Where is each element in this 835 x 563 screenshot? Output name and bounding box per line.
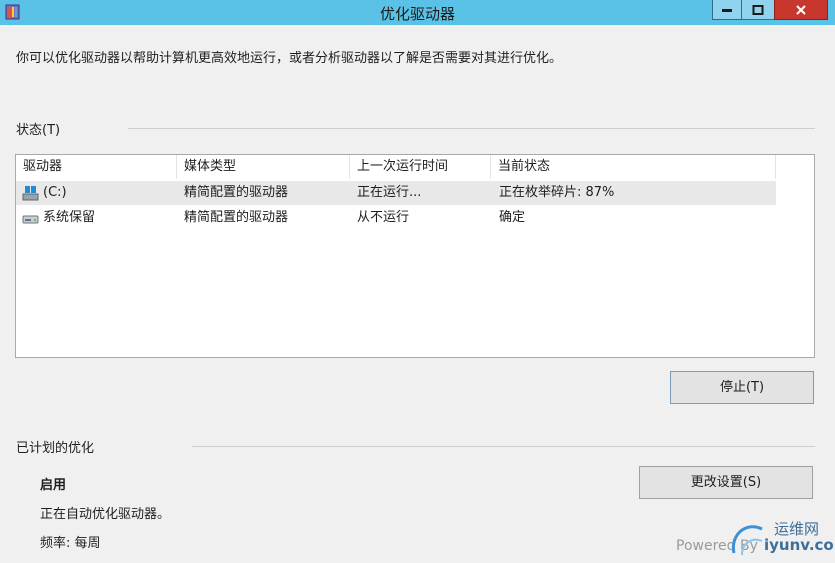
status-divider bbox=[128, 128, 815, 129]
column-header-last-run[interactable]: 上一次运行时间 bbox=[350, 155, 491, 179]
watermark-site-en: iyunv.com bbox=[764, 536, 835, 554]
description-text: 你可以优化驱动器以帮助计算机更高效地运行，或者分析驱动器以了解是否需要对其进行优… bbox=[16, 51, 563, 66]
drive-name: (C:) bbox=[43, 185, 67, 200]
windows-drive-icon bbox=[22, 186, 39, 201]
maximize-button[interactable] bbox=[741, 0, 775, 20]
drive-name: 系统保留 bbox=[43, 210, 96, 225]
media-type: 精简配置的驱动器 bbox=[184, 185, 289, 200]
schedule-state: 启用 bbox=[40, 478, 67, 493]
minimize-button[interactable] bbox=[712, 0, 742, 20]
column-header-current-status[interactable]: 当前状态 bbox=[491, 155, 776, 179]
close-button[interactable] bbox=[774, 0, 828, 20]
last-run: 正在运行... bbox=[357, 185, 422, 200]
schedule-frequency: 频率: 每周 bbox=[40, 536, 101, 551]
hard-drive-icon bbox=[22, 215, 39, 224]
drive-list[interactable]: 驱动器 媒体类型 上一次运行时间 当前状态 (C:) 精简配置的驱动器 正在运行… bbox=[15, 154, 815, 358]
drive-row-system-reserved[interactable]: 系统保留 精简配置的驱动器 从不运行 确定 bbox=[16, 206, 776, 230]
column-header-media-type[interactable]: 媒体类型 bbox=[177, 155, 350, 179]
drive-list-header: 驱动器 媒体类型 上一次运行时间 当前状态 bbox=[16, 155, 776, 179]
close-icon bbox=[796, 4, 806, 15]
schedule-state-detail: 正在自动优化驱动器。 bbox=[40, 507, 171, 522]
status-section-label: 状态(T) bbox=[16, 123, 61, 138]
column-header-drive[interactable]: 驱动器 bbox=[16, 155, 177, 179]
scheduled-divider bbox=[192, 446, 815, 447]
stop-button[interactable]: 停止(T) bbox=[670, 371, 814, 404]
change-settings-button[interactable]: 更改设置(S) bbox=[639, 466, 813, 499]
current-status: 正在枚举碎片: 87% bbox=[499, 185, 615, 200]
window-title: 优化驱动器 bbox=[379, 5, 455, 23]
current-status: 确定 bbox=[499, 210, 526, 225]
maximize-icon bbox=[752, 4, 764, 15]
drive-row-c[interactable]: (C:) 精简配置的驱动器 正在运行... 正在枚举碎片: 87% bbox=[16, 181, 776, 205]
minimize-icon bbox=[722, 8, 732, 12]
media-type: 精简配置的驱动器 bbox=[184, 210, 289, 225]
title-bar[interactable]: 优化驱动器 bbox=[0, 0, 835, 25]
last-run: 从不运行 bbox=[357, 210, 410, 225]
scheduled-section-label: 已计划的优化 bbox=[16, 441, 95, 456]
